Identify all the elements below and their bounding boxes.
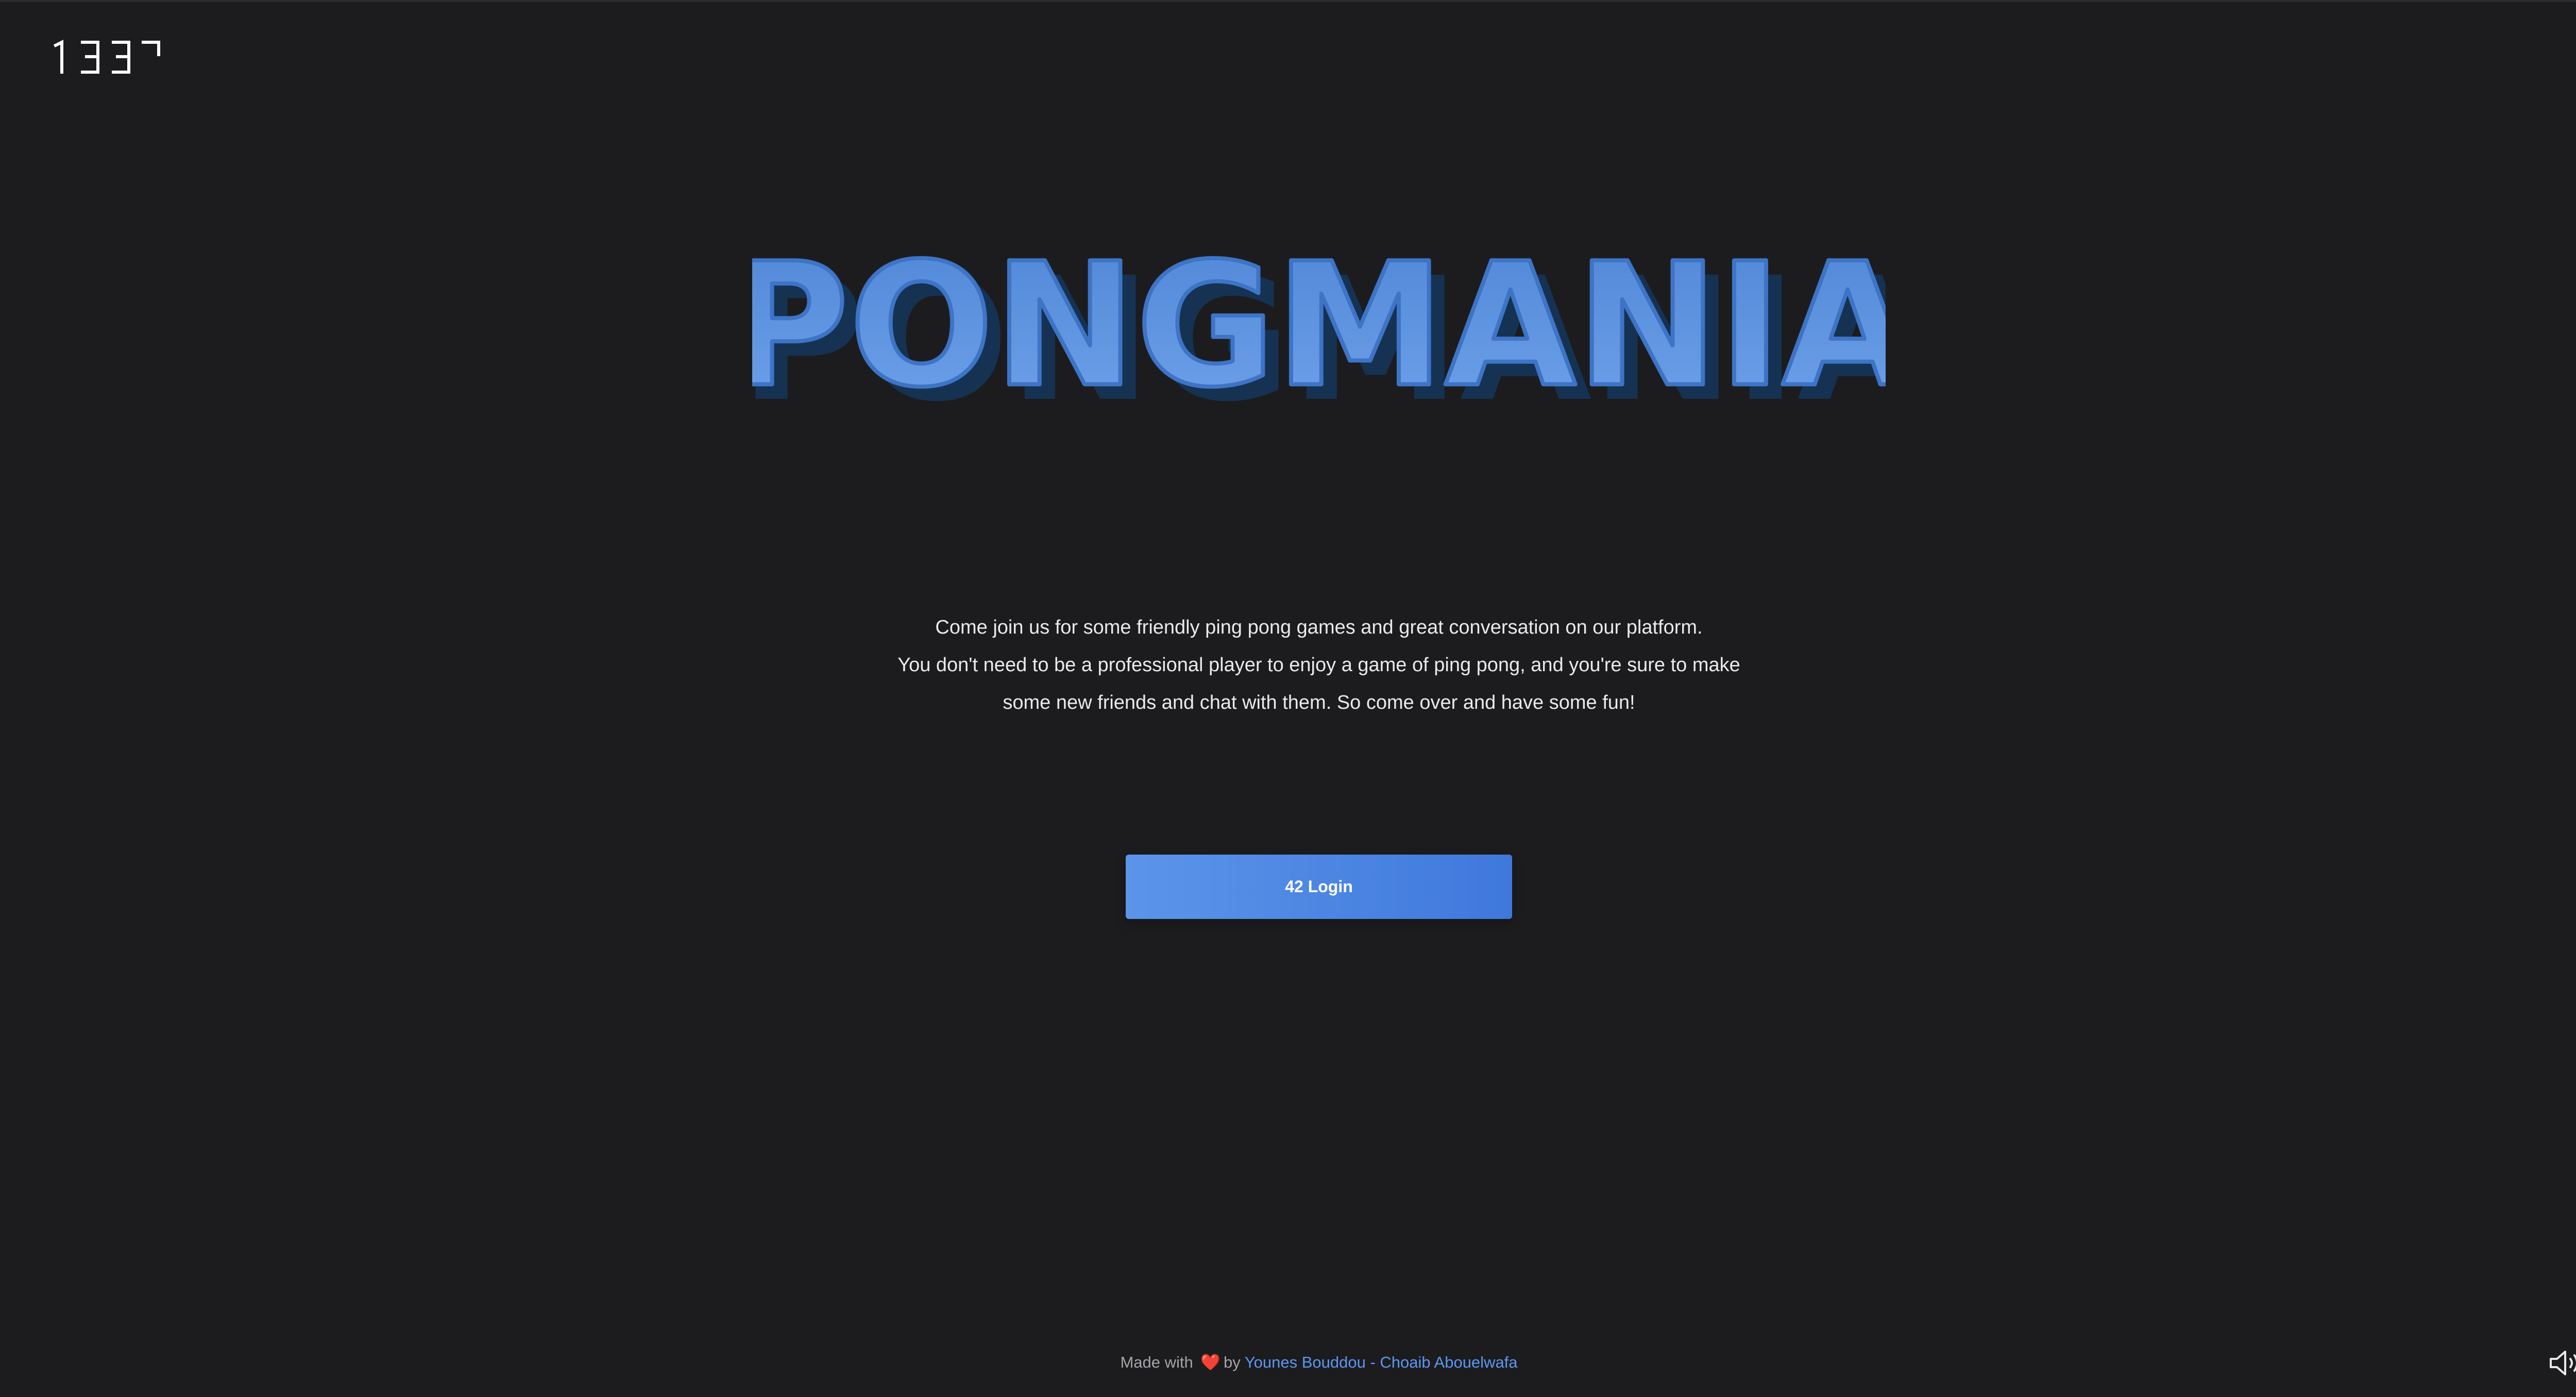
heart-icon: ❤️ [1200,1353,1221,1371]
speaker-on-icon [2550,1351,2576,1375]
footer-prefix: Made with [1120,1353,1193,1371]
footer-by: by [1223,1353,1241,1371]
footer: Made with ❤️ by Younes Bouddou - Choaib A… [0,1353,2576,1372]
logo-1337: 1337 [50,36,164,77]
hero-title-text: PONGMANIA [752,244,1886,419]
hero-title-graphic: PONGMANIA PONGMANIA [722,225,1930,439]
description-line-1: Come join us for some friendly ping pong… [935,617,1703,638]
author-link-choaib[interactable]: Choaib Abouelwafa [1380,1353,1517,1371]
sound-toggle-button[interactable] [2548,1348,2576,1378]
footer-separator: - [1370,1353,1376,1371]
login-42-button[interactable]: 42 Login [1126,855,1512,919]
description-line-3: some new friends and chat with them. So … [1003,692,1635,713]
hero-title: PONGMANIA PONGMANIA [0,225,2576,439]
description: Come join us for some friendly ping pong… [804,609,1834,722]
description-line-2: You don't need to be a professional play… [897,654,1740,676]
logo-1337-mark [53,40,160,74]
author-link-younes[interactable]: Younes Bouddou [1245,1353,1366,1371]
